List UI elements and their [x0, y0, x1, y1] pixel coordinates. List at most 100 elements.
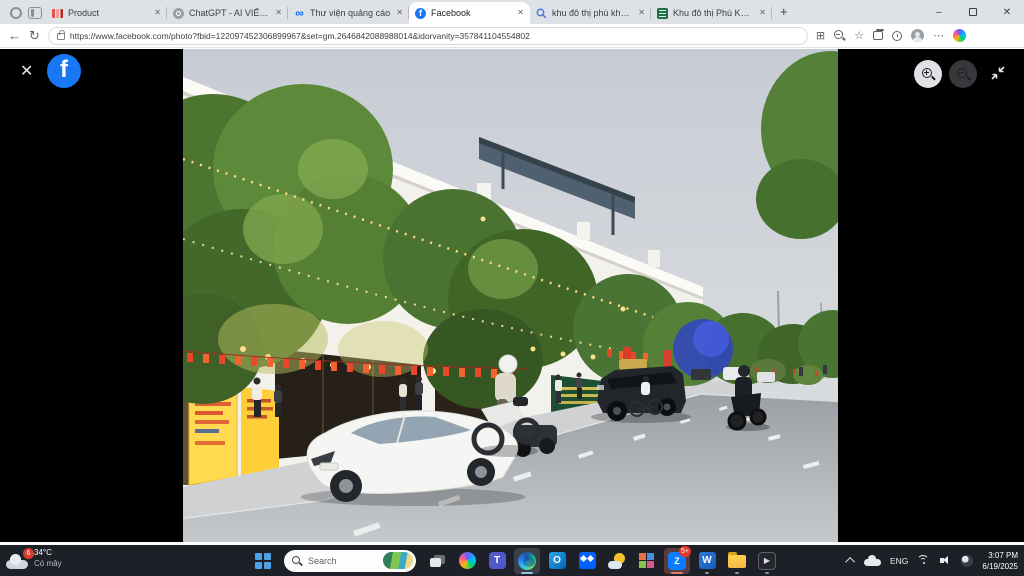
chatgpt-favicon-icon — [173, 8, 184, 19]
weather-widget[interactable]: 6 34°C Có mây — [6, 547, 62, 569]
dropbox-button[interactable] — [574, 548, 600, 574]
browser-toolbar: ← ↻ https://www.facebook.com/photo?fbid=… — [0, 24, 1024, 48]
address-bar[interactable]: https://www.facebook.com/photo?fbid=1220… — [48, 27, 808, 45]
zalo-button[interactable]: Z 5+ — [664, 548, 690, 574]
tab-close-icon[interactable]: ✕ — [517, 8, 524, 18]
meta-favicon-icon: ∞ — [294, 8, 305, 19]
restore-icon — [969, 8, 977, 16]
weather-condition-label: Có mây — [34, 558, 62, 569]
workspaces-icon[interactable] — [10, 7, 22, 19]
photo-zoom-in-button[interactable] — [914, 60, 942, 88]
split-screen-icon[interactable]: ⊞ — [816, 29, 825, 43]
site-favicon-icon — [657, 8, 668, 19]
tab-close-icon[interactable]: ✕ — [154, 8, 161, 18]
teams-icon: T — [489, 552, 506, 569]
tab-actions-icon[interactable] — [28, 7, 42, 19]
facebook-favicon-icon: f — [415, 8, 426, 19]
tab-close-icon[interactable]: ✕ — [396, 8, 403, 18]
tab-close-icon[interactable]: ✕ — [275, 8, 282, 18]
system-tray: ENG 3:07 PM 6/19/2025 — [848, 545, 1020, 576]
refresh-button[interactable]: ↻ — [29, 29, 40, 43]
page-zoom-icon[interactable] — [834, 30, 845, 41]
media-player-button[interactable]: ▶ — [754, 548, 780, 574]
tab-title: Product — [68, 8, 149, 18]
language-indicator[interactable]: ENG — [890, 556, 908, 566]
tab-product[interactable]: Product ✕ — [46, 2, 167, 24]
date-label: 6/19/2025 — [982, 561, 1018, 572]
street-photo[interactable] — [183, 49, 838, 542]
task-view-icon — [430, 555, 445, 567]
history-icon[interactable] — [892, 31, 902, 41]
word-icon: W — [699, 552, 716, 569]
url-text[interactable]: https://www.facebook.com/photo?fbid=1220… — [70, 31, 530, 41]
tab-search-phu-khe[interactable]: khu đô thị phù khê từ sơn ✕ — [530, 2, 651, 24]
outlook-button[interactable]: O — [544, 548, 570, 574]
photos-icon — [639, 553, 655, 569]
tab-title: Facebook — [431, 8, 512, 18]
wifi-icon[interactable] — [917, 555, 931, 566]
start-button[interactable] — [250, 548, 276, 574]
minimize-button[interactable]: – — [922, 0, 956, 24]
copilot-button[interactable] — [454, 548, 480, 574]
task-view-button[interactable] — [424, 548, 450, 574]
word-button[interactable]: W — [694, 548, 720, 574]
facebook-logo[interactable]: f — [47, 54, 81, 88]
profile-avatar[interactable] — [911, 29, 924, 42]
sun-cloud-icon — [608, 552, 626, 570]
time-label: 3:07 PM — [988, 550, 1018, 561]
tab-phu-khe-site[interactable]: Khu đô thị Phù Khê - Từ Sơ ✕ — [651, 2, 772, 24]
edge-button[interactable] — [514, 548, 540, 574]
zoom-in-icon — [922, 68, 935, 81]
battery-status-icon[interactable] — [961, 555, 973, 567]
maximize-button[interactable] — [956, 0, 990, 24]
tab-title: khu đô thị phù khê từ sơn — [552, 8, 633, 18]
zoom-minus-glyph — [836, 34, 840, 35]
desktop-screen: Product ✕ ChatGPT - AI VIẾT QUẢNG ✕ ∞ Th… — [0, 0, 1024, 576]
toolbar-icons: ⊞ ☆ ⋯ — [816, 29, 966, 43]
new-tab-button[interactable]: + — [780, 4, 788, 19]
photos-button[interactable] — [634, 548, 660, 574]
teams-button[interactable]: T — [484, 548, 510, 574]
tab-close-icon[interactable]: ✕ — [759, 8, 766, 18]
tab-title: Thư viện quảng cáo — [310, 8, 391, 18]
tab-ads-library[interactable]: ∞ Thư viện quảng cáo ✕ — [288, 2, 409, 24]
collections-icon[interactable] — [873, 31, 883, 40]
street-photo-graphic — [183, 49, 838, 542]
temperature-label: 34°C — [34, 547, 62, 558]
search-placeholder: Search — [308, 556, 377, 566]
tab-title: ChatGPT - AI VIẾT QUẢNG — [189, 8, 270, 18]
photo-zoom-out-button[interactable] — [949, 60, 977, 88]
notification-badge: 6 — [23, 548, 34, 559]
zoom-out-icon — [957, 68, 970, 81]
copilot-icon — [459, 552, 476, 569]
search-highlight-image — [383, 552, 413, 569]
lock-icon[interactable] — [57, 33, 65, 40]
settings-menu-icon[interactable]: ⋯ — [933, 29, 944, 43]
edge-icon — [518, 552, 536, 570]
copilot-icon[interactable] — [953, 29, 966, 42]
close-window-button[interactable]: ✕ — [990, 0, 1024, 24]
taskbar-search-box[interactable]: Search — [284, 550, 416, 572]
hidden-icons-chevron-icon[interactable] — [845, 557, 855, 567]
search-icon — [292, 556, 302, 566]
facebook-photo-viewer: ✕ f — [0, 49, 1024, 542]
onedrive-cloud-icon[interactable] — [864, 555, 881, 566]
back-button[interactable]: ← — [8, 29, 21, 43]
zalo-badge: 5+ — [679, 546, 691, 557]
tab-title: Khu đô thị Phù Khê - Từ Sơ — [673, 8, 754, 18]
tab-close-icon[interactable]: ✕ — [638, 8, 645, 18]
play-icon: ▶ — [758, 552, 776, 570]
tab-chatgpt[interactable]: ChatGPT - AI VIẾT QUẢNG ✕ — [167, 2, 288, 24]
window-controls: – ✕ — [922, 0, 1024, 24]
collapse-arrows-icon — [990, 65, 1006, 81]
viewer-close-icon[interactable]: ✕ — [20, 61, 33, 81]
favorites-star-icon[interactable]: ☆ — [854, 29, 864, 43]
taskbar-clock[interactable]: 3:07 PM 6/19/2025 — [982, 550, 1018, 572]
folder-icon — [728, 555, 746, 569]
volume-icon[interactable] — [940, 555, 952, 566]
tab-facebook[interactable]: f Facebook ✕ — [409, 2, 530, 24]
weather-app-button[interactable] — [604, 548, 630, 574]
exit-fullscreen-button[interactable] — [990, 65, 1006, 86]
product-favicon-icon — [52, 9, 63, 18]
file-explorer-button[interactable] — [724, 548, 750, 574]
